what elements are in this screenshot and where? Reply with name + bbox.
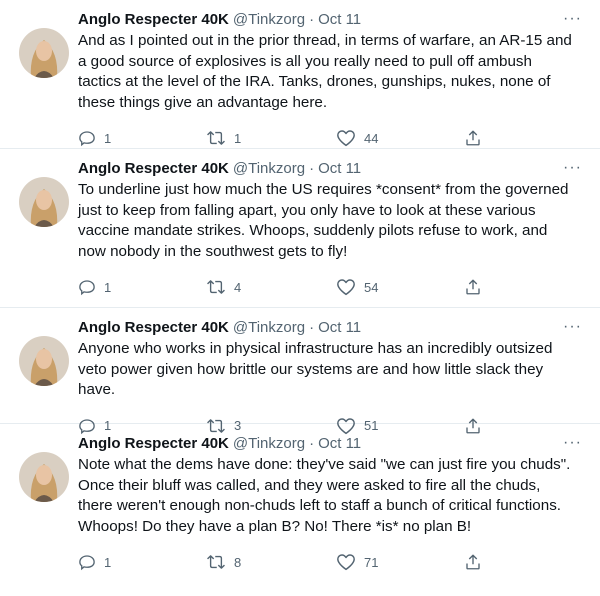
tweet-header: Anglo Respecter 40K @Tinkzorg · Oct 11 ·…	[78, 434, 586, 454]
reply-icon	[78, 553, 96, 571]
tweet-actions: 1 4 54	[78, 272, 586, 302]
avatar[interactable]	[19, 177, 69, 227]
more-options-icon[interactable]: ···	[563, 10, 582, 28]
tweet[interactable]: Anglo Respecter 40K @Tinkzorg · Oct 11 ·…	[0, 424, 600, 596]
more-options-icon[interactable]: ···	[563, 318, 582, 336]
retweet-button[interactable]: 4	[206, 278, 336, 296]
separator-dot: ·	[309, 319, 315, 336]
tweet-thread: Anglo Respecter 40K @Tinkzorg · Oct 11 ·…	[0, 0, 600, 596]
author-name[interactable]: Anglo Respecter 40K	[78, 10, 229, 30]
retweet-icon	[206, 129, 226, 147]
tweet[interactable]: Anglo Respecter 40K @Tinkzorg · Oct 11 ·…	[0, 0, 600, 149]
author-handle[interactable]: @Tinkzorg	[233, 10, 305, 30]
avatar[interactable]	[19, 452, 69, 502]
tweet-date[interactable]: Oct 11	[318, 318, 361, 338]
tweet-date[interactable]: Oct 11	[318, 10, 361, 30]
author-handle[interactable]: @Tinkzorg	[233, 318, 305, 338]
tweet-actions: 1 8 71	[78, 547, 586, 577]
avatar[interactable]	[19, 336, 69, 386]
share-button[interactable]	[464, 278, 482, 296]
author-name[interactable]: Anglo Respecter 40K	[78, 318, 229, 338]
author-handle[interactable]: @Tinkzorg	[233, 159, 305, 179]
reply-icon	[78, 278, 96, 296]
tweet-header: Anglo Respecter 40K @Tinkzorg · Oct 11 ·…	[78, 318, 586, 338]
heart-icon	[336, 278, 356, 296]
avatar[interactable]	[19, 28, 69, 78]
tweet-text: Anyone who works in physical infrastruct…	[78, 340, 553, 398]
retweet-button[interactable]: 1	[206, 129, 336, 147]
tweet-text: And as I pointed out in the prior thread…	[78, 32, 572, 111]
author-name[interactable]: Anglo Respecter 40K	[78, 159, 229, 179]
reply-button[interactable]: 1	[78, 278, 206, 296]
tweet-date[interactable]: Oct 11	[318, 434, 361, 454]
reply-button[interactable]: 1	[78, 553, 206, 571]
like-count: 71	[364, 554, 379, 570]
like-count: 54	[364, 279, 379, 295]
reply-button[interactable]: 1	[78, 129, 206, 147]
share-button[interactable]	[464, 553, 482, 571]
heart-icon	[336, 553, 356, 571]
more-options-icon[interactable]: ···	[563, 434, 582, 452]
reply-icon	[78, 129, 96, 147]
retweet-icon	[206, 278, 226, 296]
separator-dot: ·	[309, 435, 315, 452]
retweet-button[interactable]: 8	[206, 553, 336, 571]
share-icon	[464, 278, 482, 296]
retweet-count: 1	[234, 130, 242, 146]
like-button[interactable]: 54	[336, 278, 464, 296]
retweet-count: 4	[234, 279, 242, 295]
tweet-date[interactable]: Oct 11	[318, 159, 361, 179]
like-button[interactable]: 44	[336, 129, 464, 147]
like-button[interactable]: 71	[336, 553, 464, 571]
reply-count: 1	[104, 130, 112, 146]
share-icon	[464, 129, 482, 147]
heart-icon	[336, 129, 356, 147]
separator-dot: ·	[309, 160, 315, 177]
tweet[interactable]: Anglo Respecter 40K @Tinkzorg · Oct 11 ·…	[0, 308, 600, 434]
retweet-count: 8	[234, 554, 242, 570]
retweet-icon	[206, 553, 226, 571]
reply-count: 1	[104, 554, 112, 570]
share-button[interactable]	[464, 129, 482, 147]
separator-dot: ·	[309, 11, 315, 28]
more-options-icon[interactable]: ···	[563, 159, 582, 177]
tweet-header: Anglo Respecter 40K @Tinkzorg · Oct 11 ·…	[78, 159, 586, 179]
reply-count: 1	[104, 279, 112, 295]
tweet-text: To underline just how much the US requir…	[78, 181, 569, 260]
tweet-header: Anglo Respecter 40K @Tinkzorg · Oct 11 ·…	[78, 10, 586, 30]
share-icon	[464, 553, 482, 571]
author-name[interactable]: Anglo Respecter 40K	[78, 434, 229, 454]
tweet-text: Note what the dems have done: they've sa…	[78, 456, 571, 535]
author-handle[interactable]: @Tinkzorg	[233, 434, 305, 454]
like-count: 44	[364, 130, 379, 146]
tweet[interactable]: Anglo Respecter 40K @Tinkzorg · Oct 11 ·…	[0, 149, 600, 308]
